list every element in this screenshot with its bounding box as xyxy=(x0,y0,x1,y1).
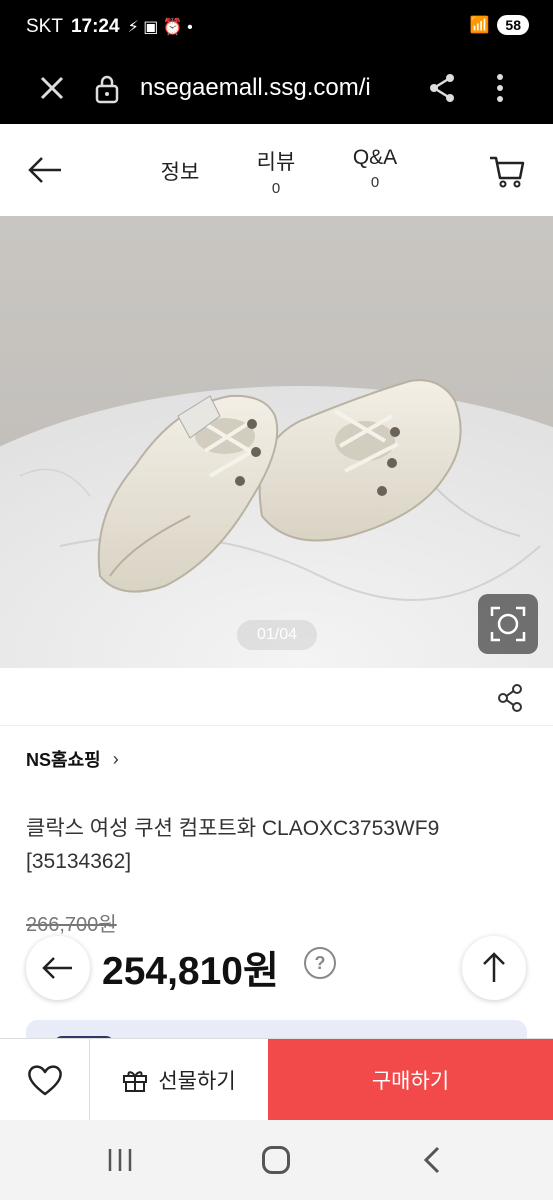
system-nav-bar xyxy=(0,1120,553,1200)
arrow-up-icon xyxy=(483,952,505,982)
purchase-bar: 선물하기 구매하기 xyxy=(0,1038,553,1121)
tab-info-label: 정보 xyxy=(160,161,200,184)
wifi-icon: 📶 xyxy=(469,17,490,34)
home-icon[interactable] xyxy=(262,1146,290,1174)
more-menu-icon[interactable] xyxy=(488,70,512,106)
battery-indicator: 58 xyxy=(497,15,529,35)
close-icon[interactable] xyxy=(36,72,68,104)
brand-name: NS홈쇼핑 xyxy=(26,750,101,770)
cart-icon[interactable] xyxy=(488,152,526,190)
tab-review[interactable]: 리뷰 0 xyxy=(246,146,306,197)
notification-icon: ⚡ ▣ ⏰ • xyxy=(127,19,193,36)
original-price: 266,700원 xyxy=(26,914,117,936)
recent-apps-icon[interactable] xyxy=(106,1146,134,1174)
gift-icon xyxy=(123,1071,148,1092)
page-header: 정보 리뷰 0 Q&A 0 xyxy=(0,124,553,216)
url-field[interactable]: nsegaemall.ssg.com/i xyxy=(140,74,400,102)
share-icon[interactable] xyxy=(494,682,526,714)
scroll-top-button[interactable] xyxy=(462,936,526,1000)
help-icon[interactable]: ? xyxy=(304,947,336,979)
browser-url-bar: nsegaemall.ssg.com/i xyxy=(0,56,553,124)
tab-qa-label: Q&A xyxy=(352,146,398,169)
share-row xyxy=(0,668,553,726)
product-title: 클락스 여성 쿠션 컴포트화 CLAOXC3753WF9 [35134362] xyxy=(26,817,440,873)
floating-back-button[interactable] xyxy=(26,936,90,1000)
tab-review-label: 리뷰 xyxy=(256,151,296,174)
system-back-icon[interactable] xyxy=(418,1144,446,1176)
heart-icon xyxy=(28,1065,62,1096)
gallery-page-indicator: 01/04 xyxy=(237,620,317,650)
product-image[interactable] xyxy=(0,216,553,668)
clock: 17:24 xyxy=(70,16,120,37)
status-bar: SKT 17:24 ⚡ ▣ ⏰ • 📶 58 xyxy=(0,0,553,56)
chevron-right-icon: › xyxy=(112,748,119,769)
lock-icon xyxy=(95,75,119,104)
image-search-button[interactable] xyxy=(478,594,538,654)
lens-icon xyxy=(490,606,526,642)
tab-info[interactable]: 정보 xyxy=(150,156,210,186)
brand-link[interactable]: NS홈쇼핑 › xyxy=(26,746,119,772)
tab-qa[interactable]: Q&A 0 xyxy=(340,146,410,191)
gift-button-label: 선물하기 xyxy=(158,1070,236,1093)
back-arrow-icon xyxy=(42,957,72,979)
carrier-label: SKT xyxy=(26,16,63,37)
gift-button[interactable]: 선물하기 xyxy=(90,1039,268,1121)
buy-button[interactable]: 구매하기 xyxy=(268,1039,553,1121)
share-icon[interactable] xyxy=(426,72,458,104)
like-button[interactable] xyxy=(0,1039,90,1121)
back-arrow-icon[interactable] xyxy=(26,154,64,186)
tab-review-count: 0 xyxy=(271,180,281,197)
sale-price: 254,810원 xyxy=(102,950,279,993)
tab-qa-count: 0 xyxy=(370,174,380,191)
buy-button-label: 구매하기 xyxy=(371,1070,450,1093)
